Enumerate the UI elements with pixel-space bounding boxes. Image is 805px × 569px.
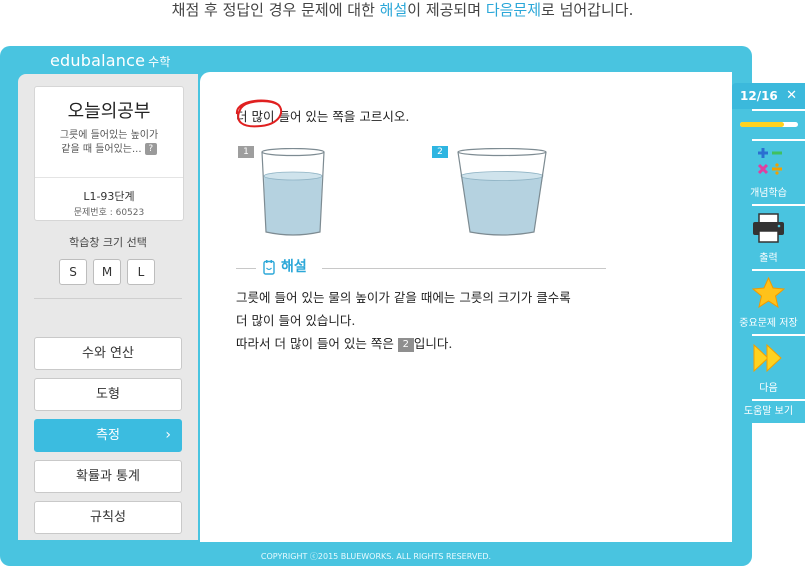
level-label: L1-93단계 — [83, 190, 135, 203]
size-select-label: 학습창 크기 선택 — [69, 236, 147, 249]
notebook-icon — [263, 260, 275, 275]
menu-item-label: 측정 — [96, 428, 120, 443]
menu-item-probability-statistics[interactable]: 확률과 통계 — [34, 460, 182, 493]
card-divider — [35, 177, 183, 178]
explanation-title: 해설 — [281, 259, 307, 275]
cup-2-image[interactable] — [456, 148, 548, 236]
copyright-text: COPYRIGHT ⓒ2015 BLUEWORKS. ALL RIGHTS RE… — [260, 552, 492, 561]
star-icon — [751, 277, 786, 309]
help-icon[interactable]: ? — [144, 143, 157, 155]
size-s-button[interactable]: S — [59, 259, 87, 285]
button-label: 중요문제 저장 — [739, 318, 798, 329]
problem-counter: 12/16 ✕ — [732, 83, 805, 109]
explanation-text: 입니다. — [413, 336, 453, 351]
size-selector: S M L — [59, 259, 159, 285]
progress-bar — [740, 122, 798, 127]
menu-item-label: 도형 — [96, 387, 120, 402]
explanation-divider — [236, 268, 256, 269]
help-button[interactable]: 도움말 보기 — [732, 401, 805, 423]
caption-highlight-next: 다음문제 — [485, 1, 542, 19]
save-important-button[interactable]: 중요문제 저장 — [732, 271, 805, 334]
button-label: 다음 — [759, 383, 778, 394]
cup-1-label: 1 — [238, 146, 254, 158]
menu-item-number-operation[interactable]: 수와 연산 — [34, 337, 182, 370]
explanation-line: 따라서 더 많이 들어 있는 쪽은 2 입니다. — [236, 332, 571, 355]
menu-item-patterns[interactable]: 규칙성 — [34, 501, 182, 534]
button-label: 개념학습 — [750, 188, 787, 199]
caption-text: 채점 후 정답인 경우 문제에 대한 — [171, 1, 380, 19]
size-l-button[interactable]: L — [127, 259, 155, 285]
caption-text: 이 제공되며 — [407, 1, 486, 19]
today-study-card: 오늘의공부 그릇에 들어있는 높이가 같을 때 들어있는... ? L1-93단… — [34, 86, 184, 221]
card-title: 오늘의공부 — [67, 101, 151, 122]
answer-box: 2 — [397, 337, 414, 352]
sidebar: 오늘의공부 그릇에 들어있는 높이가 같을 때 들어있는... ? L1-93단… — [18, 74, 198, 540]
explanation-divider — [322, 268, 606, 269]
problem-area: 더 많이 들어 있는 쪽을 고르시오. 1 2 해설 그릇에 들어 있는 물의 … — [200, 72, 732, 542]
chevron-right-icon: › — [165, 427, 171, 443]
app-window: edubalance 수학 오늘의공부 그릇에 들어있는 높이가 같을 때 들어있… — [0, 46, 752, 566]
explanation-line: 그릇에 들어 있는 물의 높이가 같을 때에는 그릇의 크기가 클수록 — [236, 290, 571, 305]
button-label: 출력 — [759, 253, 778, 264]
close-icon[interactable]: ✕ — [786, 83, 797, 109]
menu-item-measurement[interactable]: 측정 › — [34, 419, 182, 452]
app-logo: edubalance 수학 — [50, 51, 171, 70]
card-description: 그릇에 들어있는 높이가 같을 때 들어있는... ? — [35, 129, 183, 157]
explanation-text: 따라서 더 많이 들어 있는 쪽은 — [236, 336, 398, 351]
next-button[interactable]: 다음 — [732, 336, 805, 399]
menu-item-label: 확률과 통계 — [76, 469, 140, 484]
logo-subject: 수학 — [148, 55, 171, 69]
cup-1-image[interactable] — [260, 148, 326, 236]
caption-text: 로 넘어갑니다. — [541, 1, 634, 19]
menu-item-label: 수와 연산 — [82, 346, 134, 361]
sidebar-divider — [34, 298, 182, 299]
progress-fill — [740, 122, 784, 127]
explanation-body: 그릇에 들어 있는 물의 높이가 같을 때에는 그릇의 크기가 클수록 더 많이… — [236, 286, 571, 355]
right-toolbar: 12/16 ✕ 개념학습 출력 중요문제 저장 다음 도움말 보기 — [732, 83, 805, 423]
answer-circle-mark-icon — [235, 99, 283, 128]
category-menu: 수와 연산 도형 측정 › 확률과 통계 규칙성 — [34, 337, 182, 542]
menu-item-label: 규칙성 — [90, 510, 126, 525]
desc-line: 같을 때 들어있는... — [61, 144, 142, 155]
caption-highlight-explanation: 해설 — [379, 1, 408, 19]
desc-line: 그릇에 들어있는 높이가 — [59, 130, 159, 141]
progress-area — [732, 111, 805, 139]
concept-study-button[interactable]: 개념학습 — [732, 141, 805, 204]
problem-number: 문제번호 : 60523 — [73, 208, 145, 218]
size-m-button[interactable]: M — [93, 259, 121, 285]
math-symbols-icon — [757, 148, 782, 175]
print-button[interactable]: 출력 — [732, 206, 805, 269]
counter-text: 12/16 — [740, 89, 778, 103]
explanation-line: 더 많이 들어 있습니다. — [236, 313, 356, 328]
double-arrow-icon — [753, 343, 782, 373]
cup-2-label: 2 — [432, 146, 448, 158]
printer-icon — [753, 213, 784, 243]
page-caption: 채점 후 정답인 경우 문제에 대한 해설이 제공되며 다음문제로 넘어갑니다. — [0, 0, 805, 34]
menu-item-geometry[interactable]: 도형 — [34, 378, 182, 411]
logo-text: edubalance — [50, 51, 146, 70]
